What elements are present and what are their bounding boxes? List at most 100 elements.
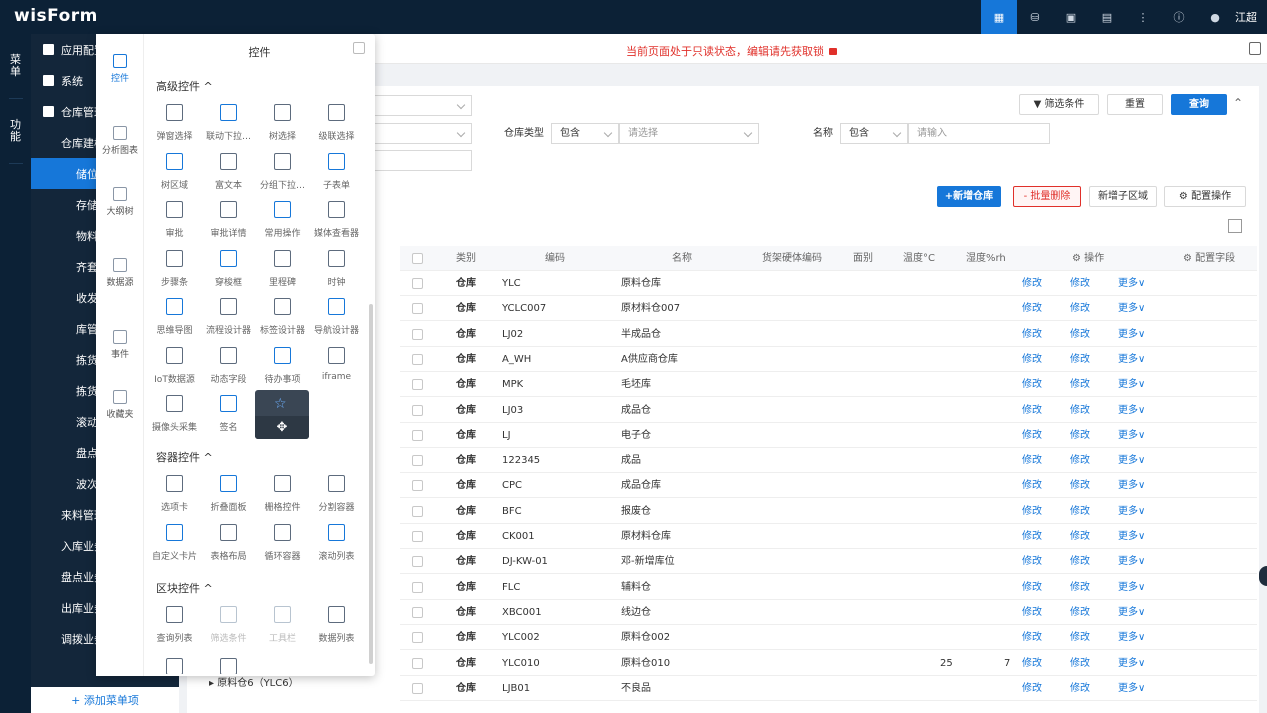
chevron-down-icon[interactable]: ∨	[1138, 448, 1145, 473]
edit-link[interactable]: 修改	[1022, 423, 1042, 448]
side-badge[interactable]	[1259, 566, 1267, 586]
name-input[interactable]: 请输入	[908, 123, 1050, 144]
drag-tile[interactable]: ☆ ✥	[255, 390, 309, 439]
chevron-down-icon[interactable]: ∨	[1138, 499, 1145, 524]
more-link[interactable]: 更多	[1118, 524, 1138, 549]
tab-favorites[interactable]: 收藏夹	[96, 390, 144, 420]
filter-conditions-button[interactable]: ▼ 筛选条件	[1019, 94, 1099, 115]
search-select-1[interactable]	[372, 95, 472, 116]
header-name[interactable]: 名称	[672, 246, 692, 271]
more-link[interactable]: 更多	[1118, 549, 1138, 574]
more-vertical-icon[interactable]: ⋮	[1125, 0, 1161, 34]
edit-link[interactable]: 修改	[1022, 575, 1042, 600]
edit-link[interactable]: 修改	[1022, 372, 1042, 397]
control-tile[interactable]: 树区域	[147, 149, 202, 195]
select-all-checkbox[interactable]	[412, 253, 423, 264]
edit-link[interactable]: 修改	[1070, 372, 1090, 397]
edit-link[interactable]: 修改	[1070, 322, 1090, 347]
more-link[interactable]: 更多	[1118, 296, 1138, 321]
header-face[interactable]: 面别	[853, 246, 873, 271]
edit-link[interactable]: 修改	[1070, 271, 1090, 296]
control-tile[interactable]: 审批详情	[201, 197, 256, 243]
chevron-down-icon[interactable]: ∨	[1138, 575, 1145, 600]
grid-toggle-icon[interactable]	[1228, 219, 1242, 233]
row-checkbox[interactable]	[412, 379, 423, 391]
more-link[interactable]: 更多	[1118, 625, 1138, 650]
database-icon[interactable]: ⛁	[1017, 0, 1053, 34]
layout-icon[interactable]: ▦	[981, 0, 1017, 34]
control-tile[interactable]: 待办事项	[255, 343, 310, 389]
chevron-down-icon[interactable]: ∨	[1138, 473, 1145, 498]
table-row[interactable]: 仓库 YCLC007 原材料仓007 修改 修改 更多 ∨	[400, 296, 1257, 322]
control-tile[interactable]: 动态字段	[201, 343, 256, 389]
row-checkbox[interactable]	[412, 303, 423, 315]
table-row[interactable]: 仓库 BFC 报废仓 修改 修改 更多 ∨	[400, 499, 1257, 524]
edit-link[interactable]: 修改	[1070, 651, 1090, 676]
table-row[interactable]: 仓库 LJB01 不良品 修改 修改 更多 ∨	[400, 676, 1257, 701]
tab-outline[interactable]: 大纲树	[96, 187, 144, 217]
edit-link[interactable]: 修改	[1022, 549, 1042, 574]
edit-link[interactable]: 修改	[1022, 651, 1042, 676]
control-tile[interactable]: 栅格控件	[255, 471, 310, 517]
edit-link[interactable]: 修改	[1022, 296, 1042, 321]
more-link[interactable]: 更多	[1118, 575, 1138, 600]
lock-icon[interactable]	[829, 48, 837, 55]
new-sub-area-button[interactable]: 新增子区域	[1089, 186, 1157, 207]
chevron-down-icon[interactable]: ∨	[1138, 271, 1145, 296]
search-select-2[interactable]	[372, 123, 472, 144]
batch-delete-button[interactable]: - 批量删除	[1013, 186, 1081, 207]
edit-link[interactable]: 修改	[1022, 676, 1042, 701]
row-checkbox[interactable]	[412, 480, 423, 492]
edit-link[interactable]: 修改	[1022, 473, 1042, 498]
row-checkbox[interactable]	[412, 606, 423, 618]
chevron-down-icon[interactable]: ∨	[1138, 600, 1145, 625]
more-link[interactable]: 更多	[1118, 322, 1138, 347]
header-code[interactable]: 编码	[545, 246, 565, 271]
header-temp[interactable]: 温度°C	[903, 246, 935, 271]
control-tile[interactable]	[201, 654, 256, 674]
edit-link[interactable]: 修改	[1022, 271, 1042, 296]
control-tile[interactable]: 签名	[201, 391, 256, 437]
row-checkbox[interactable]	[412, 531, 423, 542]
table-row[interactable]: 仓库 LJ02 半成品仓 修改 修改 更多 ∨	[400, 322, 1257, 347]
more-link[interactable]: 更多	[1118, 651, 1138, 676]
edit-link[interactable]: 修改	[1070, 524, 1090, 549]
control-tile[interactable]: 滚动列表	[309, 520, 364, 566]
edit-link[interactable]: 修改	[1070, 600, 1090, 625]
nav-function[interactable]: 功能	[8, 99, 23, 164]
warehouse-type-select[interactable]: 请选择	[619, 123, 759, 144]
tab-controls[interactable]: 控件	[96, 54, 144, 84]
chevron-down-icon[interactable]: ∨	[1138, 625, 1145, 650]
table-row[interactable]: 仓库 YLC 原料仓库 修改 修改 更多 ∨	[400, 271, 1257, 296]
control-tile[interactable]: 级联选择	[309, 100, 364, 146]
row-checkbox[interactable]	[412, 505, 423, 517]
edit-link[interactable]: 修改	[1070, 423, 1090, 448]
query-button[interactable]: 查询	[1171, 94, 1227, 115]
row-checkbox[interactable]	[412, 328, 423, 340]
edit-link[interactable]: 修改	[1022, 347, 1042, 372]
more-link[interactable]: 更多	[1118, 600, 1138, 625]
edit-link[interactable]: 修改	[1070, 549, 1090, 574]
chevron-down-icon[interactable]: ∨	[1138, 398, 1145, 423]
chevron-down-icon[interactable]: ∨	[1138, 549, 1145, 574]
row-checkbox[interactable]	[412, 657, 423, 669]
control-tile[interactable]: 里程碑	[255, 246, 310, 292]
control-tile[interactable]: iframe	[309, 343, 364, 389]
table-row[interactable]: 仓库 MPK 毛坯库 修改 修改 更多 ∨	[400, 372, 1257, 398]
table-row[interactable]: 仓库 LJ03 成品仓 修改 修改 更多 ∨	[400, 398, 1257, 423]
table-row[interactable]: 仓库 XBC001 线边仓 修改 修改 更多 ∨	[400, 600, 1257, 625]
chevron-down-icon[interactable]: ∨	[1138, 676, 1145, 701]
control-tile[interactable]: 折叠面板	[201, 471, 256, 517]
chevron-down-icon[interactable]: ∨	[1138, 322, 1145, 347]
control-tile[interactable]: 子表单	[309, 149, 364, 195]
control-tile[interactable]: 标签设计器	[255, 294, 310, 340]
edit-link[interactable]: 修改	[1022, 499, 1042, 524]
tab-events[interactable]: 事件	[96, 330, 144, 360]
control-tile[interactable]: 摄像头采集	[147, 391, 202, 437]
tab-charts[interactable]: 分析图表	[96, 126, 144, 156]
more-link[interactable]: 更多	[1118, 499, 1138, 524]
row-checkbox[interactable]	[412, 632, 423, 644]
control-tile[interactable]	[147, 654, 202, 674]
table-row[interactable]: 仓库 YLC010 原料仓010 25 7 修改 修改 更多 ∨	[400, 651, 1257, 676]
edit-link[interactable]: 修改	[1070, 625, 1090, 650]
